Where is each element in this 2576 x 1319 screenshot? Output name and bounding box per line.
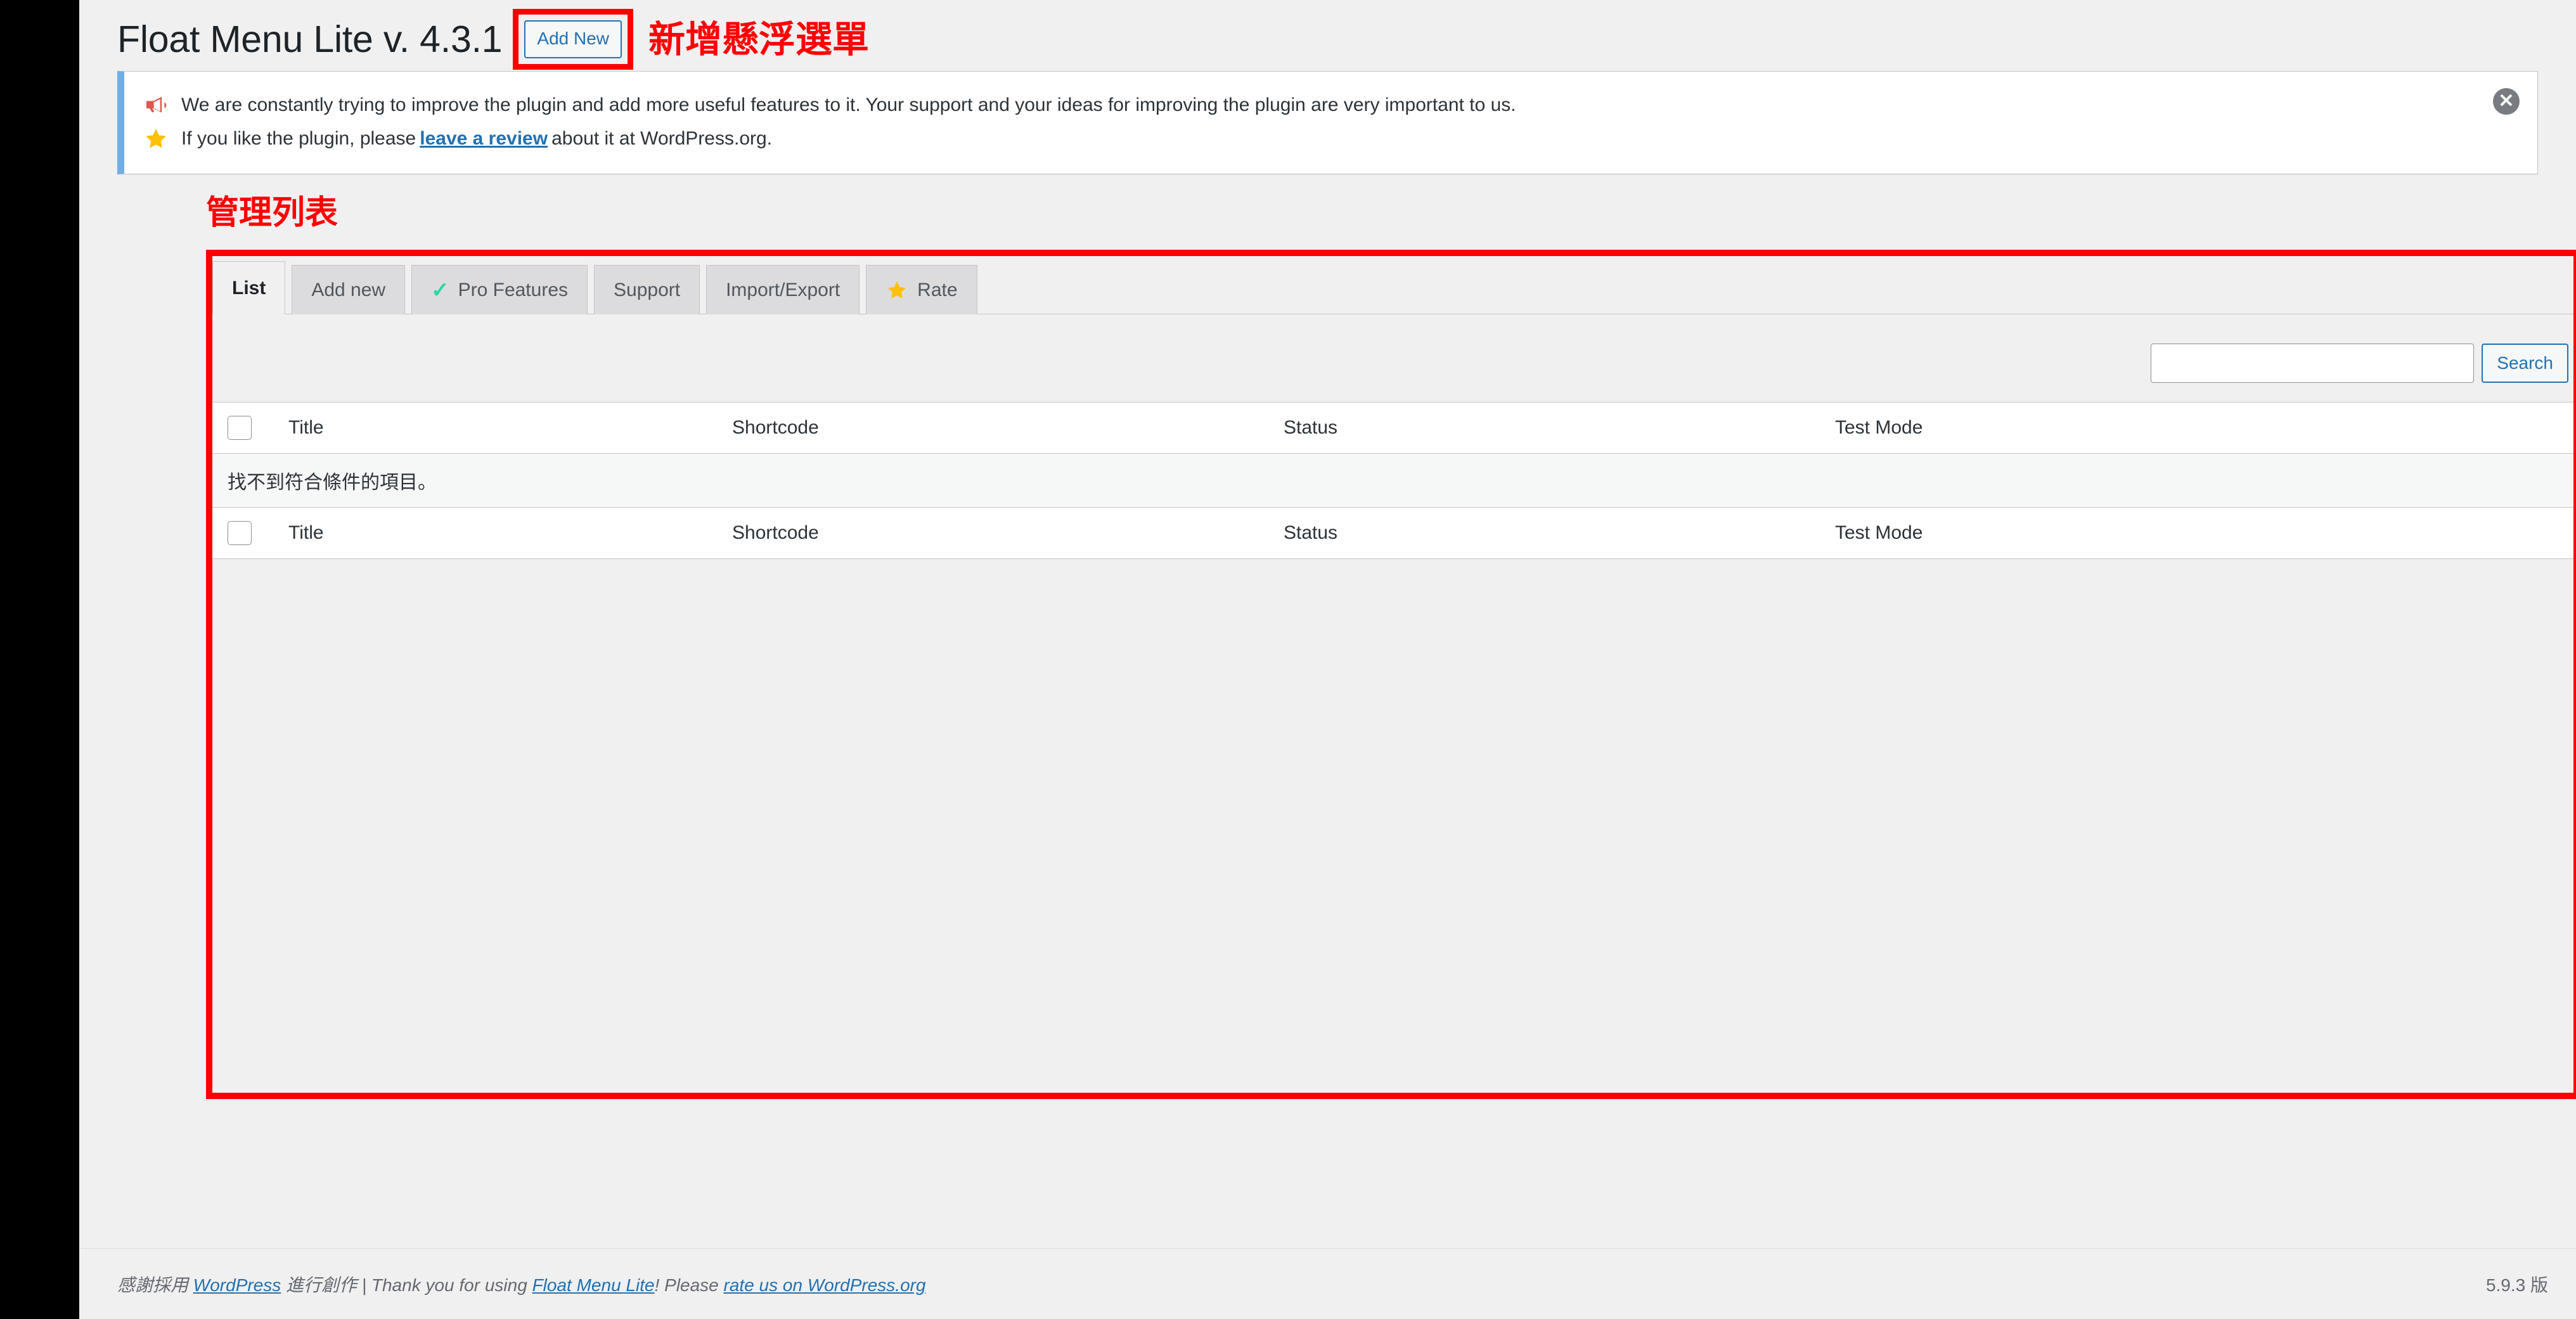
star-icon [142, 125, 170, 153]
tab-bar: List Add new ✓ Pro Features Support Impo… [212, 256, 2573, 314]
column-header-shortcode[interactable]: Shortcode [732, 402, 1284, 454]
add-new-button[interactable]: Add New [524, 20, 622, 58]
close-icon: ✕ [2498, 91, 2515, 112]
footer-thanks-suffix: ! Please [654, 1275, 719, 1295]
tab-list-label: List [232, 277, 266, 299]
footer-credits: 感謝採用 WordPress 進行創作 | Thank you for usin… [117, 1271, 926, 1297]
tab-pro-features[interactable]: ✓ Pro Features [411, 265, 588, 314]
leave-a-review-link[interactable]: leave a review [420, 124, 548, 154]
column-footer-title[interactable]: Title [288, 507, 732, 559]
add-new-annotation-box: Add New [513, 9, 634, 70]
table-footer-row: Title Shortcode Status Test Mode [212, 507, 2573, 559]
notice-review-prefix: If you like the plugin, please [181, 127, 416, 149]
empty-state-message: 找不到符合條件的項目。 [212, 453, 2573, 508]
notice-line-review: If you like the plugin, please leave a r… [142, 124, 2520, 154]
column-footer-status[interactable]: Status [1284, 507, 1835, 559]
footer-thanks-mid: 進行創作 | Thank you for using [286, 1275, 527, 1295]
empty-state-row: 找不到符合條件的項目。 [212, 453, 2573, 508]
page-header: Float Menu Lite v. 4.3.1 Add New 新增懸浮選單 [79, 0, 2576, 70]
annotation-add-new-text: 新增懸浮選單 [648, 18, 870, 61]
menus-table: Title Shortcode Status Test Mode 找不到符合條件… [212, 402, 2573, 559]
column-header-title[interactable]: Title [288, 402, 732, 454]
tab-support[interactable]: Support [594, 265, 700, 314]
annotation-list-label: 管理列表 [206, 194, 338, 232]
select-all-footer [212, 507, 288, 559]
megaphone-icon [142, 91, 170, 119]
rate-us-link[interactable]: rate us on WordPress.org [724, 1275, 926, 1295]
column-footer-shortcode[interactable]: Shortcode [732, 507, 1284, 559]
tab-add-new-label: Add new [311, 279, 386, 300]
column-header-test-mode[interactable]: Test Mode [1835, 402, 2573, 454]
star-icon [886, 279, 908, 302]
admin-menu-rail [0, 0, 79, 1319]
table-foot: Title Shortcode Status Test Mode [212, 507, 2573, 559]
select-all-header [212, 402, 288, 454]
plugin-notice: We are constantly trying to improve the … [117, 71, 2538, 174]
tab-add-new[interactable]: Add new [292, 265, 406, 314]
admin-content-column: Float Menu Lite v. 4.3.1 Add New 新增懸浮選單 … [79, 0, 2576, 1319]
tab-support-label: Support [614, 279, 681, 300]
table-head: Title Shortcode Status Test Mode [212, 402, 2573, 454]
notice-line-improve: We are constantly trying to improve the … [142, 91, 2520, 120]
footer-thanks-prefix: 感謝採用 [117, 1275, 189, 1295]
tab-pro-features-label: Pro Features [458, 279, 569, 300]
column-header-status[interactable]: Status [1284, 402, 1835, 454]
admin-footer: 感謝採用 WordPress 進行創作 | Thank you for usin… [79, 1248, 2576, 1319]
select-all-checkbox-footer[interactable] [228, 521, 252, 545]
search-row: Search [212, 314, 2573, 402]
wordpress-admin-screen: Float Menu Lite v. 4.3.1 Add New 新增懸浮選單 … [0, 0, 2576, 1319]
search-button[interactable]: Search [2482, 344, 2568, 383]
select-all-checkbox[interactable] [228, 416, 252, 440]
notice-dismiss-button[interactable]: ✕ [2493, 88, 2520, 115]
float-menu-lite-link[interactable]: Float Menu Lite [532, 1275, 655, 1295]
column-footer-test-mode[interactable]: Test Mode [1835, 507, 2573, 559]
list-panel: List Add new ✓ Pro Features Support Impo… [212, 256, 2573, 1093]
wordpress-link[interactable]: WordPress [193, 1275, 281, 1295]
tab-rate[interactable]: Rate [866, 265, 977, 314]
check-icon: ✓ [431, 278, 449, 302]
tab-list[interactable]: List [212, 261, 286, 314]
wordpress-version: 5.9.3 版 [2485, 1275, 2548, 1295]
table-body: 找不到符合條件的項目。 [212, 453, 2573, 508]
tab-rate-label: Rate [917, 279, 958, 300]
page-title: Float Menu Lite v. 4.3.1 [117, 18, 503, 60]
notice-review-suffix: about it at WordPress.org. [551, 127, 773, 149]
tab-import-export-label: Import/Export [726, 279, 840, 300]
notice-improve-text: We are constantly trying to improve the … [181, 94, 1516, 115]
search-input[interactable] [2151, 344, 2475, 383]
tab-import-export[interactable]: Import/Export [706, 265, 860, 314]
table-header-row: Title Shortcode Status Test Mode [212, 402, 2573, 454]
